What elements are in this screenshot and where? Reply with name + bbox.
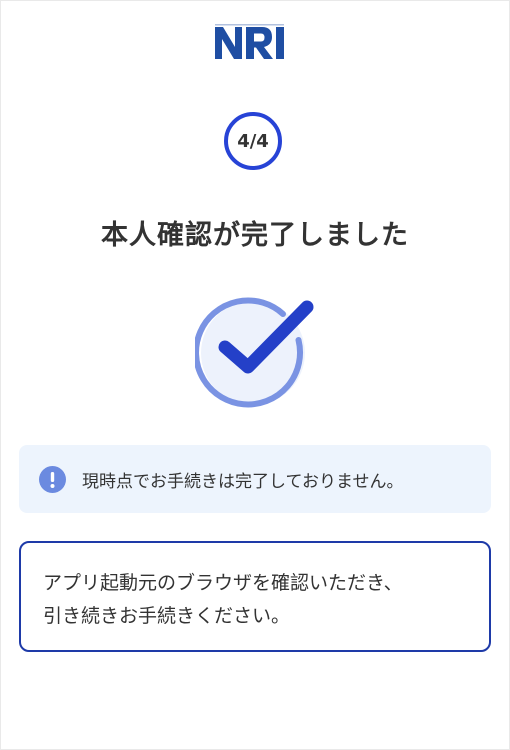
page-title: 本人確認が完了しました bbox=[101, 220, 409, 251]
step-indicator-label: 4/4 bbox=[237, 130, 269, 152]
notice-banner: 現時点でお手続きは完了しておりません。 bbox=[19, 445, 491, 513]
notice-text: 現時点でお手続きは完了しておりません。 bbox=[82, 471, 404, 492]
screen: 4/4 本人確認が完了しました 現時点でお手続きは完了しておりません。 アプリ起… bbox=[1, 1, 509, 749]
step-indicator: 4/4 bbox=[224, 112, 282, 170]
nri-logo bbox=[215, 23, 297, 63]
instruction-line: 引き続きお手続きください。 bbox=[43, 605, 291, 627]
instruction-line: アプリ起動元のブラウザを確認いただき、 bbox=[43, 572, 403, 594]
check-circle-icon bbox=[193, 293, 315, 409]
instruction-message: アプリ起動元のブラウザを確認いただき、 引き続きお手続きください。 bbox=[19, 541, 491, 652]
info-icon bbox=[39, 465, 66, 493]
